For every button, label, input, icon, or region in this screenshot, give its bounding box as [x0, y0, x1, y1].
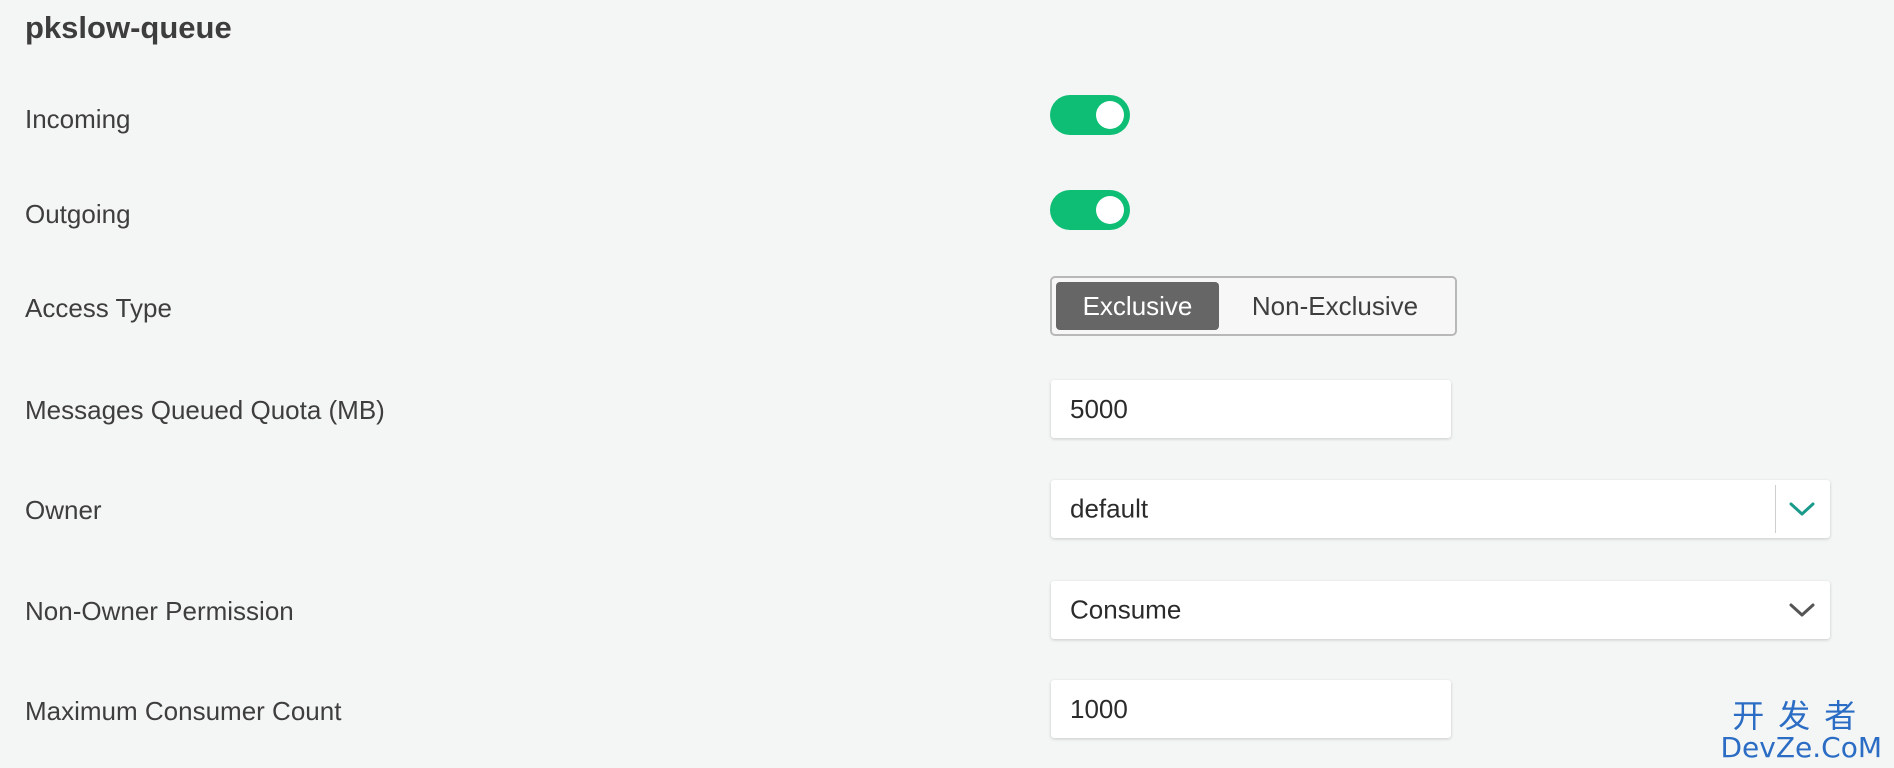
access-type-exclusive-option[interactable]: Exclusive — [1056, 282, 1219, 330]
watermark-english: DevZe.CoM — [1720, 731, 1882, 764]
access-type-label: Access Type — [25, 293, 172, 323]
max-consumer-count-label: Maximum Consumer Count — [25, 696, 342, 726]
incoming-label: Incoming — [25, 104, 131, 134]
chevron-down-icon[interactable] — [1788, 500, 1816, 518]
max-consumer-count-input[interactable] — [1051, 680, 1451, 738]
quota-label: Messages Queued Quota (MB) — [25, 395, 385, 425]
non-owner-permission-select[interactable]: Consume — [1051, 581, 1830, 639]
incoming-toggle[interactable] — [1050, 95, 1130, 135]
queue-settings-panel: pkslow-queue Incoming Outgoing Access Ty… — [0, 0, 1894, 768]
queue-name-title: pkslow-queue — [25, 10, 232, 45]
access-type-non-exclusive-option[interactable]: Non-Exclusive — [1219, 282, 1451, 330]
permission-selected-value: Consume — [1070, 594, 1182, 625]
site-watermark: 开发者 DevZe.CoM — [1720, 700, 1882, 762]
access-type-segmented-control: Exclusive Non-Exclusive — [1050, 276, 1457, 336]
non-owner-permission-label: Non-Owner Permission — [25, 596, 294, 626]
outgoing-label: Outgoing — [25, 199, 131, 229]
quota-input[interactable] — [1051, 380, 1451, 438]
owner-label: Owner — [25, 495, 102, 525]
toggle-knob — [1096, 101, 1124, 129]
outgoing-toggle[interactable] — [1050, 190, 1130, 230]
owner-selected-value: default — [1070, 493, 1149, 524]
watermark-chinese: 开发者 — [1732, 697, 1871, 735]
owner-select[interactable]: default — [1051, 480, 1830, 538]
toggle-knob — [1096, 196, 1124, 224]
chevron-down-icon[interactable] — [1788, 601, 1816, 619]
select-divider — [1775, 485, 1776, 533]
